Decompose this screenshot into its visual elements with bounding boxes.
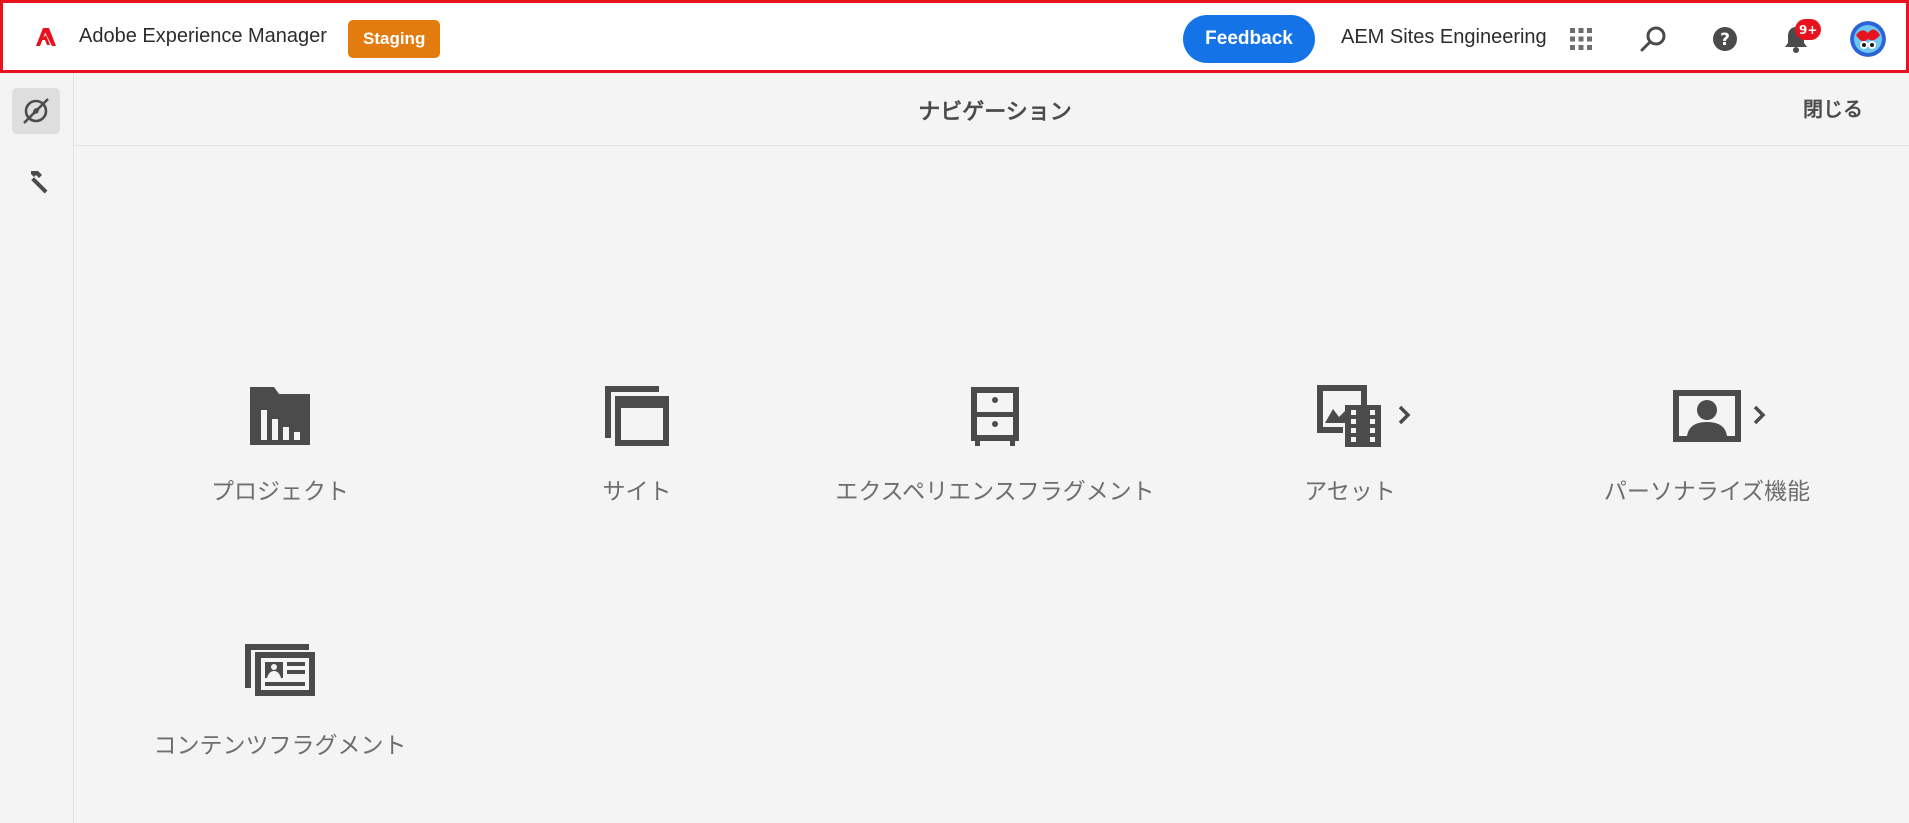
tile-label: コンテンツフラグメント (153, 733, 407, 759)
tile-label: プロジェクト (211, 479, 349, 505)
projects-icon (250, 387, 310, 445)
top-header: Adobe Experience Manager Staging Feedbac… (0, 0, 1909, 73)
tile-label: エクスペリエンスフラグメント (835, 479, 1155, 505)
feedback-button[interactable]: Feedback (1183, 15, 1315, 63)
personalization-icon (1673, 390, 1741, 442)
navigation-panel-header: ナビゲーション 閉じる (75, 73, 1909, 146)
tile-label: サイト (602, 479, 672, 505)
nav-tile-content-fragments[interactable]: コンテンツフラグメント (110, 634, 450, 764)
panel-title: ナビゲーション (918, 100, 1072, 125)
nav-tile-sites[interactable]: サイト (467, 380, 807, 510)
tile-label: アセット (1304, 479, 1396, 505)
adobe-logo-icon[interactable] (36, 28, 56, 46)
experience-fragments-icon (971, 387, 1019, 446)
nav-tile-assets[interactable]: アセット (1180, 380, 1520, 510)
left-rail (0, 73, 74, 823)
environment-badge: Staging (348, 20, 441, 58)
content-fragments-icon (245, 644, 315, 696)
nav-tile-experience-fragments[interactable]: エクスペリエンスフラグメント (825, 380, 1165, 510)
nav-tile-projects[interactable]: プロジェクト (110, 380, 450, 510)
apps-grid-icon[interactable] (1565, 23, 1597, 55)
close-button[interactable]: 閉じる (1803, 93, 1863, 122)
rail-tools-button[interactable] (12, 159, 60, 205)
assets-icon (1317, 385, 1381, 447)
hammer-icon (31, 171, 48, 194)
avatar[interactable] (1850, 21, 1886, 57)
nav-tile-personalization[interactable]: パーソナライズ機能 (1537, 380, 1877, 510)
svg-text:?: ? (1720, 30, 1730, 50)
help-icon[interactable]: ? (1709, 23, 1741, 55)
chevron-right-icon (1753, 405, 1766, 425)
search-icon[interactable] (1637, 23, 1669, 55)
chevron-right-icon (1398, 405, 1411, 425)
navigation-compass-icon (23, 98, 49, 124)
app-title[interactable]: Adobe Experience Manager (79, 25, 327, 48)
rail-navigation-button[interactable] (12, 88, 60, 134)
organization-switcher[interactable]: AEM Sites Engineering (1341, 26, 1547, 49)
sites-icon (605, 386, 669, 446)
notification-count-badge: 9+ (1795, 19, 1822, 40)
tile-label: パーソナライズ機能 (1603, 479, 1811, 505)
